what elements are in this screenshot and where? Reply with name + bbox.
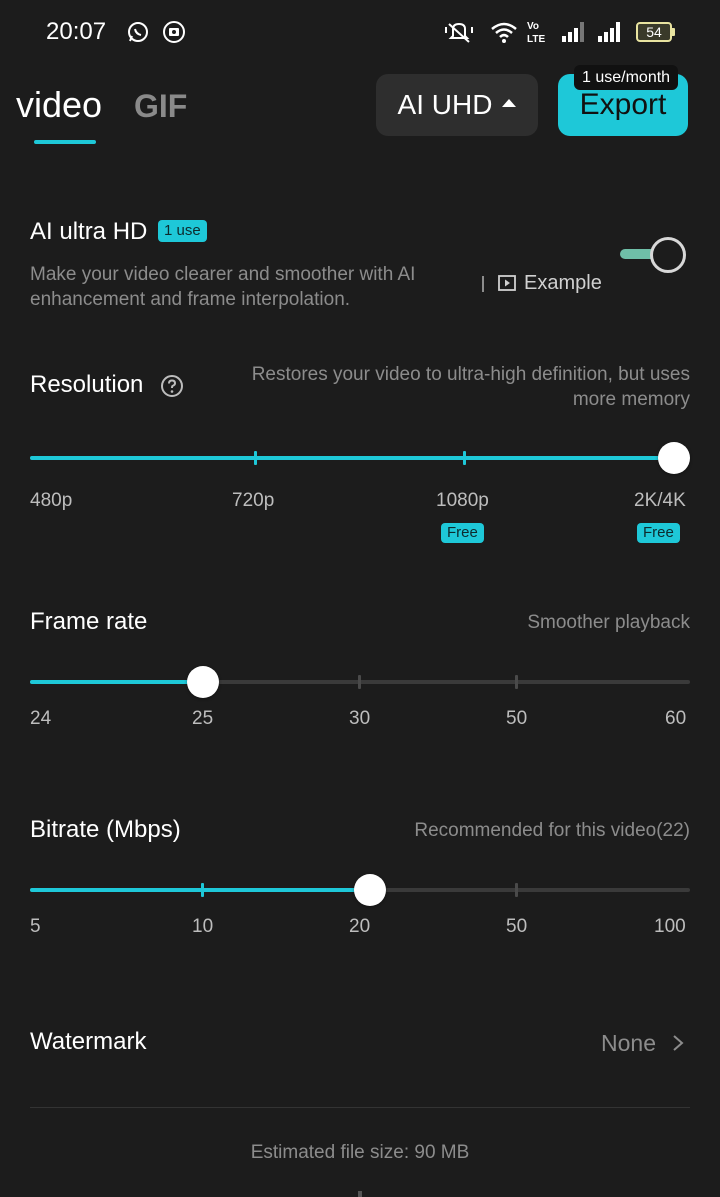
bitrate-option[interactable]: 100 [654,916,686,938]
bitrate-tick [515,883,518,897]
frame-rate-option[interactable]: 30 [349,708,370,730]
quality-dropdown-button[interactable]: AI UHD [376,74,538,136]
tab-gif[interactable]: GIF [134,88,187,125]
frame-rate-option[interactable]: 50 [506,708,527,730]
resolution-option[interactable]: 720p [232,490,274,512]
chevron-right-icon[interactable] [672,1034,684,1052]
estimated-file-size: Estimated file size: 90 MB [250,1142,470,1163]
wifi-icon [491,22,517,43]
bitrate-option[interactable]: 5 [30,916,41,938]
resolution-title: Resolution [30,371,144,398]
ai-uhd-badge: 1 use [158,220,207,242]
tab-active-indicator [34,140,96,144]
volte-icon: Vo LTE [527,21,545,45]
signal-icon [598,22,620,42]
resolution-option[interactable]: 2K/4K [634,490,686,512]
frame-rate-slider-fill [30,680,203,684]
bitrate-slider-knob[interactable] [354,874,386,906]
frame-rate-option[interactable]: 25 [192,708,213,730]
divider [30,1107,690,1108]
ai-uhd-description: Make your video clearer and smoother wit… [30,264,416,310]
frame-rate-option[interactable]: 60 [665,708,686,730]
ai-uhd-toggle-knob[interactable] [650,237,686,273]
battery-level: 54 [646,24,662,40]
svg-text:LTE: LTE [527,34,545,45]
whatsapp-icon [128,22,148,42]
play-icon[interactable] [498,275,516,291]
help-icon[interactable] [160,374,184,398]
divider [482,276,484,292]
resolution-slider-fill [30,456,674,460]
free-badge: Free [637,523,680,543]
watermark-title[interactable]: Watermark [30,1028,146,1056]
tab-video[interactable]: video [16,84,102,126]
battery-tip [672,28,675,36]
frame-rate-tick [515,675,518,689]
frame-rate-slider-knob[interactable] [187,666,219,698]
caret-up-icon [502,99,517,107]
signal-icon [562,22,584,42]
resolution-option[interactable]: 1080p [436,490,489,512]
bitrate-slider-fill [30,888,370,892]
mute-icon [445,22,473,43]
resolution-tick [463,451,466,465]
bitrate-option[interactable]: 50 [506,916,527,938]
frame-rate-title: Frame rate [30,608,148,635]
bitrate-option[interactable]: 20 [349,916,370,938]
svg-text:Vo: Vo [527,21,539,32]
frame-rate-option[interactable]: 24 [30,708,51,730]
bitrate-title: Bitrate (Mbps) [30,816,181,843]
frame-rate-hint: Smoother playback [527,612,690,633]
scroll-indicator [358,1191,362,1197]
bitrate-tick [201,883,204,897]
quality-label: AI UHD [397,89,493,120]
resolution-option[interactable]: 480p [30,490,72,512]
ai-uhd-title: AI ultra HD [30,218,148,245]
export-label: Export [579,88,667,121]
watermark-value[interactable]: None [601,1030,656,1057]
bitrate-option[interactable]: 10 [192,916,213,938]
bitrate-hint: Recommended for this video(22) [414,820,690,841]
battery-icon: 54 [636,22,672,42]
usage-badge: 1 use/month [574,65,679,90]
frame-rate-tick [358,675,361,689]
media-icon [163,21,185,43]
resolution-hint: Restores your video to ultra-high defini… [251,364,690,410]
status-time: 20:07 [46,18,107,45]
resolution-slider-knob[interactable] [658,442,690,474]
example-link[interactable]: Example [524,272,602,295]
free-badge: Free [441,523,484,543]
resolution-tick [254,451,257,465]
